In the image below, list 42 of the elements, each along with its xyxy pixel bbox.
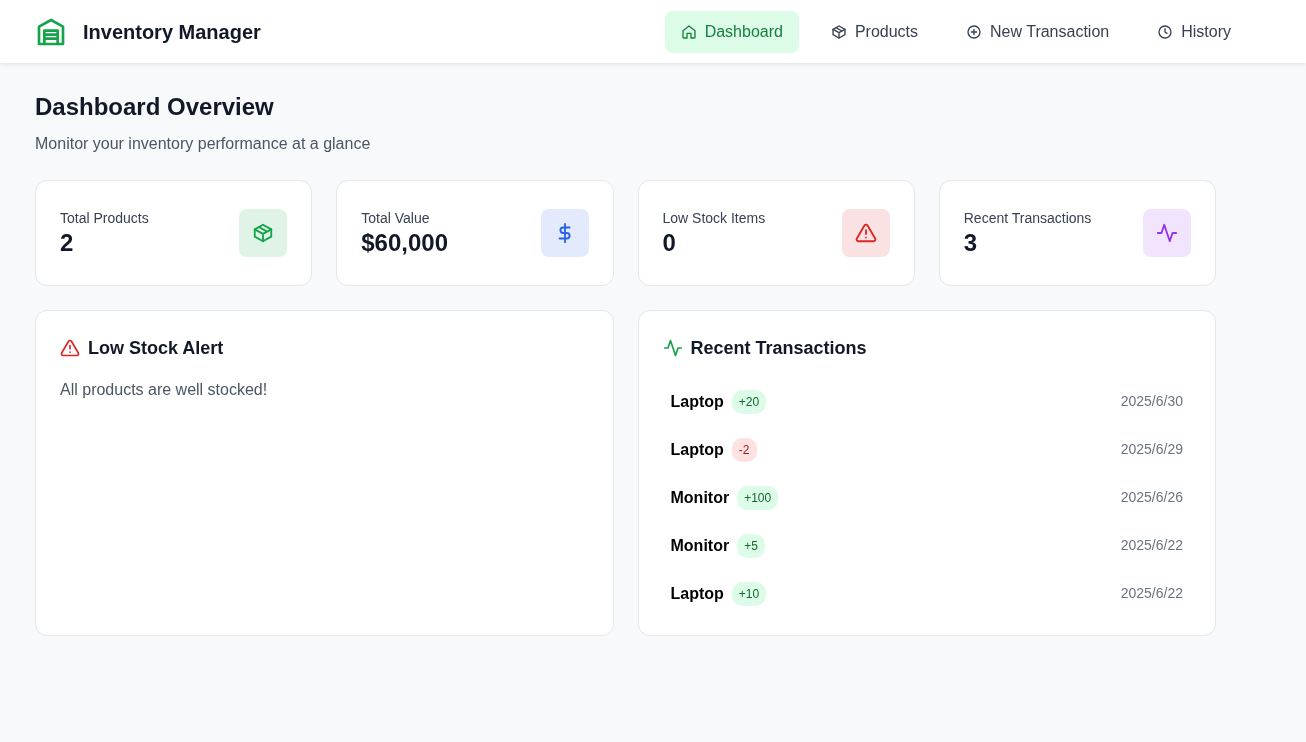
box-icon [252,221,275,244]
clock-icon [1157,23,1174,40]
stat-value: $60,000 [361,228,448,258]
stat-value: 0 [662,228,677,258]
nav-tab[interactable]: History [1141,10,1247,53]
pulse-icon [662,338,683,359]
stat-label: Total Products [60,208,149,228]
transaction-date: 2025/6/29 [1120,440,1183,460]
quantity-change: +5 [737,533,765,558]
empty-message: All products are well stocked! [60,379,269,400]
transaction-date: 2025/6/26 [1120,488,1183,508]
stat-label: Total Value [361,208,431,228]
transaction-date: 2025/6/30 [1120,392,1183,412]
stat-label: Low Stock Items [662,208,766,228]
stat-label: Recent Transactions [963,208,1092,228]
product-name: Laptop [670,439,724,460]
app-title: Inventory Manager [83,19,261,45]
home-icon [680,23,697,40]
box-icon [830,23,847,40]
nav-tab[interactable]: Products [814,10,935,53]
warning-icon [60,338,80,359]
product-name: Laptop [670,583,724,604]
card-title: Recent Transactions [690,336,867,360]
quantity-change: +20 [731,389,767,414]
quantity-change: +10 [731,581,767,606]
pulse-icon [1156,221,1178,244]
transaction-date: 2025/6/22 [1120,536,1183,556]
warning-icon [854,221,877,244]
page-subtitle: Monitor your inventory performance at a glance [35,133,372,154]
nav-tab[interactable]: Dashboard [664,10,799,53]
stat-value: 3 [963,228,979,258]
product-name: Monitor [670,487,730,508]
product-name: Laptop [670,391,724,412]
transaction-date: 2025/6/22 [1120,584,1183,604]
nav-tab[interactable]: New Transaction [950,10,1126,53]
plus-circle-icon [966,23,983,40]
quantity-change: -2 [731,437,757,462]
stat-value: 2 [60,228,75,258]
page-title: Dashboard Overview [35,93,275,122]
card-title: Low Stock Alert [88,336,224,360]
product-name: Monitor [670,535,730,556]
quantity-change: +100 [737,485,779,510]
